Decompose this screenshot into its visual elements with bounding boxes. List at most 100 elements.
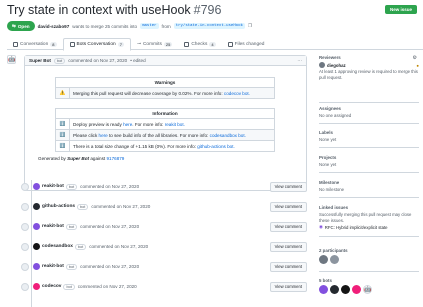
avatar[interactable] bbox=[319, 255, 328, 264]
information-header: Information bbox=[55, 108, 275, 119]
labels-heading[interactable]: Labels bbox=[319, 130, 419, 135]
view-comment-button[interactable]: View comment bbox=[269, 281, 307, 292]
view-comment-button[interactable]: View comment bbox=[269, 181, 307, 192]
status-badge: ⇆ Open bbox=[7, 21, 35, 31]
milestone-section: Milestone No milestone bbox=[319, 180, 419, 198]
commit-link[interactable]: 9176879 bbox=[106, 156, 124, 161]
reakit-bot-link[interactable]: reakit bot. bbox=[165, 122, 185, 127]
view-comment-button[interactable]: View comment bbox=[269, 261, 307, 272]
github-actions-bot-link[interactable]: github-actions bot. bbox=[197, 144, 235, 149]
reviewers-heading[interactable]: Reviewers bbox=[319, 55, 419, 60]
view-comment-button[interactable]: View comment bbox=[269, 201, 307, 212]
reakit-bot-avatar[interactable] bbox=[33, 183, 40, 190]
bot-name[interactable]: codecov bbox=[42, 284, 61, 289]
deploy-preview-link[interactable]: here bbox=[123, 122, 132, 127]
milestone-heading[interactable]: Milestone bbox=[319, 180, 419, 185]
from-text: from bbox=[161, 23, 171, 29]
information-table: Information ℹ️ Deploy preview is ready h… bbox=[55, 108, 275, 152]
tab-count: 7 bbox=[117, 42, 124, 47]
build-info-link[interactable]: here bbox=[99, 133, 108, 138]
edited-label[interactable]: • edited bbox=[130, 58, 145, 63]
codecov-link[interactable]: codecov bot. bbox=[224, 91, 250, 96]
github-actions-avatar[interactable] bbox=[33, 203, 40, 210]
bot-name[interactable]: reakit-bot bbox=[42, 224, 64, 229]
pending-review-icon: ● bbox=[416, 62, 419, 68]
linked-issues-section: Linked issues Successfully merging this … bbox=[319, 205, 419, 237]
pr-author[interactable]: david-szabo97 bbox=[38, 24, 70, 29]
generated-by: Generated by Super Bot against 9176879 bbox=[38, 156, 124, 161]
bot-name[interactable]: codesandbox bbox=[42, 244, 73, 249]
info-icon: ℹ️ bbox=[55, 140, 70, 152]
timeline-item: github-actions bot commented on Nov 27, … bbox=[7, 200, 307, 213]
robot-avatar-icon: 🤖 bbox=[7, 55, 16, 64]
bot-name[interactable]: reakit-bot bbox=[42, 264, 64, 269]
info-icon: ℹ️ bbox=[55, 118, 70, 130]
copy-icon[interactable]: ❐ bbox=[248, 23, 252, 29]
new-issue-button[interactable]: New issue bbox=[384, 5, 417, 14]
generated-prefix: Generated by bbox=[38, 156, 66, 161]
tab-bots-conversation[interactable]: Bots Conversation 7 bbox=[62, 38, 131, 51]
bot-name[interactable]: github-actions bbox=[42, 204, 75, 209]
pr-number: #796 bbox=[193, 3, 222, 17]
reviewer-name[interactable]: diegohaz bbox=[327, 63, 346, 68]
bot-badge: bot bbox=[65, 183, 78, 190]
bot-badge: bot bbox=[65, 263, 78, 270]
bot-badge: bot bbox=[63, 283, 75, 290]
codecov-avatar[interactable] bbox=[352, 285, 361, 294]
warning-cell: Merging this pull request will decrease … bbox=[69, 87, 275, 99]
comment-time: commented on Nov 27, 2020 bbox=[89, 244, 149, 249]
reakit-bot-avatar[interactable] bbox=[33, 263, 40, 270]
view-comment-button[interactable]: View comment bbox=[269, 221, 307, 232]
more-options-icon[interactable]: ··· bbox=[297, 58, 302, 63]
checklist-icon bbox=[184, 41, 190, 47]
reakit-bot-avatar[interactable] bbox=[33, 223, 40, 230]
info-text: Deploy preview is ready bbox=[73, 121, 122, 127]
pr-title: Try state in context with useHook #796 bbox=[7, 3, 417, 17]
assignees-heading[interactable]: Assignees bbox=[319, 106, 419, 111]
head-branch[interactable]: try/state-in-context-useHook bbox=[173, 23, 245, 29]
codesandbox-avatar[interactable] bbox=[33, 243, 40, 250]
pr-meta: ⇆ Open david-szabo97 wants to merge 25 co… bbox=[7, 21, 252, 31]
bot-badge: bot bbox=[74, 243, 87, 250]
view-comment-button[interactable]: View comment bbox=[269, 241, 307, 252]
tab-files-changed[interactable]: Files changed bbox=[222, 38, 271, 50]
tab-checks[interactable]: Checks 4 bbox=[178, 38, 221, 50]
github-actions-avatar[interactable] bbox=[330, 285, 339, 294]
pr-title-text: Try state in context with useHook bbox=[7, 3, 191, 17]
codesandbox-avatar[interactable] bbox=[341, 285, 350, 294]
bots-heading: 5 bots bbox=[319, 278, 332, 283]
pr-tabs: Conversation 8 Bots Conversation 7 ⊸ Commit… bbox=[7, 38, 423, 51]
bot-badge: bot bbox=[53, 57, 66, 64]
bot-badge: bot bbox=[77, 203, 89, 210]
tab-conversation[interactable]: Conversation 8 bbox=[7, 38, 63, 50]
merge-text: wants to merge 25 commits into bbox=[72, 23, 138, 29]
reviewer[interactable]: diegohaz ● bbox=[319, 62, 419, 68]
base-branch[interactable]: master bbox=[140, 23, 159, 29]
info-suffix: . For more info: bbox=[132, 121, 164, 127]
gear-icon[interactable]: ⚙ bbox=[413, 55, 417, 61]
bots-avatars: 🤖 bbox=[319, 285, 419, 294]
tab-count: 25 bbox=[163, 41, 173, 47]
linked-issue[interactable]: ◉ RFC: Hybrid implicit/explicit state bbox=[319, 224, 419, 230]
tab-commits[interactable]: ⊸ Commits 25 bbox=[131, 38, 178, 50]
warning-text: Merging this pull request will decrease … bbox=[73, 90, 223, 96]
codesandbox-bot-link[interactable]: codesandbox bot. bbox=[210, 133, 246, 138]
pr-header: Try state in context with useHook #796 Ne… bbox=[7, 3, 417, 36]
avatar[interactable] bbox=[330, 255, 339, 264]
timeline-item: reakit-bot bot commented on Nov 27, 2020… bbox=[7, 180, 307, 193]
labels-section: Labels None yet bbox=[319, 130, 419, 148]
projects-heading[interactable]: Projects bbox=[319, 155, 419, 160]
comment-time[interactable]: commented on Nov 27, 2020 bbox=[68, 58, 127, 63]
robot-avatar-icon[interactable]: 🤖 bbox=[363, 285, 372, 294]
tab-count: 8 bbox=[50, 41, 57, 47]
codecov-avatar[interactable] bbox=[33, 283, 40, 290]
reakit-bot-avatar[interactable] bbox=[319, 285, 328, 294]
linked-issue-title[interactable]: RFC: Hybrid implicit/explicit state bbox=[325, 225, 388, 230]
issue-closed-icon: ◉ bbox=[319, 224, 323, 229]
comment-icon bbox=[21, 202, 29, 211]
labels-value: None yet bbox=[319, 137, 337, 142]
comment-author[interactable]: Super Bot bbox=[29, 58, 51, 63]
bot-name[interactable]: reakit-bot bbox=[42, 184, 64, 189]
milestone-value: No milestone bbox=[319, 187, 345, 192]
assignees-value: No one assigned bbox=[319, 113, 352, 118]
